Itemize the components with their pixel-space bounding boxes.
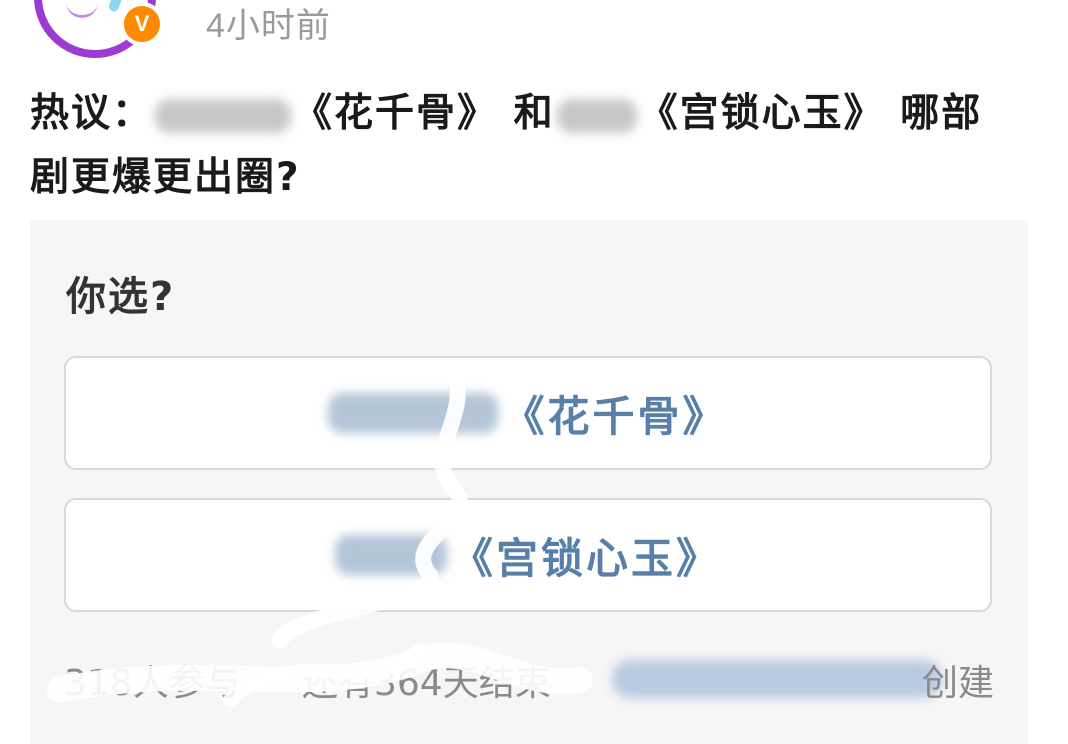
title-drama-2: 《宫锁心玉》 (638, 91, 885, 136)
poll-option-content: 《宫锁心玉》 (334, 525, 721, 586)
poll-question: 你选? (66, 274, 176, 320)
post-screen: V 4小时前 热议： 《花千骨》 和《宫锁心玉》 哪部 剧更爆更出圈? 你选? 《… (0, 0, 1068, 744)
title-line-2: 剧更爆更出圈? (30, 155, 301, 200)
redacted-name (155, 98, 292, 133)
poll-footer: 318人参与 还有364天结束 创建 (64, 652, 994, 708)
poll-time-remaining: 还有364天结束 (302, 663, 551, 704)
poll-option-label: 《宫锁心玉》 (450, 533, 721, 583)
title-suffix: 哪部 (900, 91, 983, 136)
redacted-name (334, 535, 447, 575)
title-drama-1: 《花千骨》 (293, 91, 499, 136)
poll-participant-count: 318人参与 (64, 663, 241, 704)
poll-option-2[interactable]: 《宫锁心玉》 (64, 498, 992, 612)
redacted-name (328, 393, 499, 433)
post-title: 热议： 《花千骨》 和 《宫锁心玉》 哪部 剧更爆更出圈? (30, 82, 1030, 210)
verified-badge-icon: V (120, 2, 164, 46)
poll-option-content: 《花千骨》 (328, 383, 727, 444)
poll-option-label: 《花千骨》 (502, 391, 728, 441)
verified-badge-letter: V (134, 11, 150, 36)
poll-card: 你选? 《花千骨》 《宫锁心玉》 318人参与 还有364天结束 创建 (30, 220, 1028, 744)
title-connector: 和 (513, 91, 555, 136)
redacted-name (556, 98, 637, 133)
avatar-smile-mark (66, 2, 98, 18)
redacted-creator (612, 660, 942, 698)
poll-option-1[interactable]: 《花千骨》 (64, 356, 992, 470)
poll-created-label: 创建 (921, 663, 994, 704)
post-timestamp: 4小时前 (206, 7, 331, 45)
title-prefix: 热议： (30, 91, 154, 136)
